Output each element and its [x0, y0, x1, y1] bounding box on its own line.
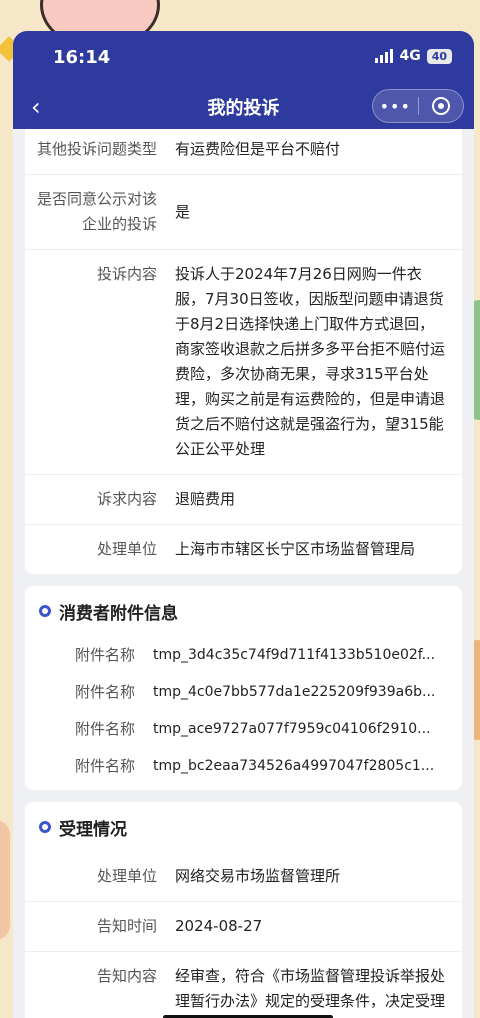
attachment-filename[interactable]: tmp_3d4c35c74f9d711f4133b510e02f... [153, 647, 462, 663]
detail-row: 投诉内容 投诉人于2024年7月26日网购一件衣服，7月30日签收，因版型问题申… [25, 250, 462, 475]
attachment-item[interactable]: 附件名称 tmp_4c0e7bb577da1e225209f939a6b... [25, 673, 462, 710]
acceptance-label: 告知内容 [96, 967, 157, 985]
detail-value: 有运费险但是平台不赔付 [175, 140, 341, 158]
attachment-label: 附件名称 [74, 720, 135, 738]
section-title: 消费者附件信息 [59, 603, 178, 624]
section-heading: 消费者附件信息 [25, 586, 462, 636]
attachment-filename[interactable]: tmp_ace9727a077f7959c04106f2910... [153, 721, 462, 737]
attachment-label: 附件名称 [74, 757, 135, 775]
detail-label: 投诉内容 [96, 265, 157, 283]
nav-bar: ‹ 我的投诉 ••• [13, 85, 474, 129]
complaint-details-card: 其他投诉问题类型 有运费险但是平台不赔付 是否同意公示对该企业的投诉 是 投诉内… [25, 129, 462, 574]
acceptance-value: 网络交易市场监督管理所 [175, 867, 341, 885]
attachment-label: 附件名称 [74, 646, 135, 664]
acceptance-label: 告知时间 [96, 917, 157, 935]
acceptance-row: 告知时间 2024-08-27 [25, 902, 462, 952]
attachment-item[interactable]: 附件名称 tmp_ace9727a077f7959c04106f2910... [25, 710, 462, 747]
acceptance-card: 受理情况 处理单位 网络交易市场监督管理所 告知时间 2024-08-27 告知… [25, 802, 462, 1018]
section-dot-icon [39, 821, 51, 833]
acceptance-label: 处理单位 [96, 867, 157, 885]
chevron-left-icon[interactable]: ‹ [31, 93, 41, 121]
acceptance-row: 告知内容 经审查，符合《市场监督管理投诉举报处理暂行办法》规定的受理条件，决定受… [25, 952, 462, 1018]
detail-row: 处理单位 上海市市辖区长宁区市场监督管理局 [25, 525, 462, 574]
acceptance-value: 2024-08-27 [175, 917, 263, 935]
attachment-filename[interactable]: tmp_bc2eaa734526a4997047f2805c1... [153, 758, 462, 774]
status-bar: 16:14 4G 40 [13, 31, 474, 85]
detail-label: 其他投诉问题类型 [36, 140, 157, 158]
battery-icon: 40 [426, 48, 452, 64]
acceptance-row: 处理单位 网络交易市场监督管理所 [25, 852, 462, 902]
phone-screen: 16:14 4G 40 ‹ 我的投诉 ••• 其他投诉问题类型 有运费险但是平台… [13, 31, 474, 1018]
section-title: 受理情况 [59, 819, 127, 840]
attachment-filename[interactable]: tmp_4c0e7bb577da1e225209f939a6b... [153, 684, 462, 700]
signal-icon [375, 49, 394, 63]
section-heading: 受理情况 [25, 802, 462, 852]
detail-row: 其他投诉问题类型 有运费险但是平台不赔付 [25, 129, 462, 175]
attachment-item[interactable]: 附件名称 tmp_3d4c35c74f9d711f4133b510e02f... [25, 636, 462, 673]
detail-row: 是否同意公示对该企业的投诉 是 [25, 175, 462, 250]
detail-value: 投诉人于2024年7月26日网购一件衣服，7月30日签收，因版型问题申请退货于8… [175, 265, 446, 458]
status-indicators: 4G 40 [375, 48, 452, 64]
detail-value: 是 [175, 203, 191, 221]
detail-value: 退赔费用 [175, 490, 236, 508]
section-dot-icon [39, 605, 51, 617]
detail-label: 诉求内容 [96, 490, 157, 508]
attachments-card: 消费者附件信息 附件名称 tmp_3d4c35c74f9d711f4133b51… [25, 586, 462, 790]
more-dots-icon[interactable]: ••• [373, 97, 418, 116]
detail-label: 是否同意公示对该企业的投诉 [36, 190, 157, 233]
attachment-item[interactable]: 附件名称 tmp_bc2eaa734526a4997047f2805c1... [25, 747, 462, 784]
target-icon[interactable] [418, 97, 463, 115]
network-type: 4G [399, 48, 421, 64]
detail-value: 上海市市辖区长宁区市场监督管理局 [175, 540, 416, 558]
mini-program-capsule: ••• [372, 89, 464, 123]
attachment-label: 附件名称 [74, 683, 135, 701]
acceptance-value: 经审查，符合《市场监督管理投诉举报处理暂行办法》规定的受理条件，决定受理 [175, 967, 446, 1010]
page-title: 我的投诉 [207, 98, 280, 119]
detail-row: 诉求内容 退赔费用 [25, 475, 462, 525]
status-time: 16:14 [53, 47, 111, 68]
detail-label: 处理单位 [96, 540, 157, 558]
page-content: 其他投诉问题类型 有运费险但是平台不赔付 是否同意公示对该企业的投诉 是 投诉内… [13, 129, 474, 1018]
